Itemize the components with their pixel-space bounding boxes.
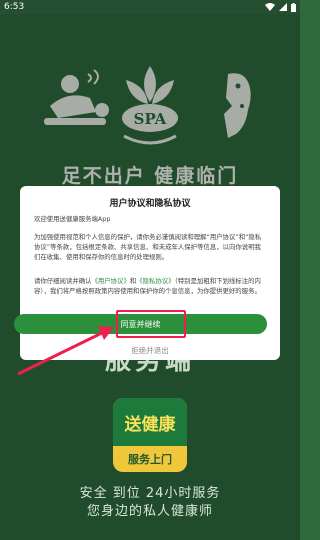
tagline-secondary: 您身边的私人健康师 bbox=[86, 504, 213, 519]
status-bar: 6:53 bbox=[0, 0, 300, 14]
welcome-text: 欢迎使用送健康服务端App bbox=[34, 215, 111, 223]
terms-paragraph: 为加强使用视范和个人信息的保护，请你务必谨慎阅读和理解“用户协议”和“隐私协议”… bbox=[34, 233, 262, 261]
wifi-icon bbox=[265, 3, 275, 11]
reject-exit-button[interactable]: 拒绝并退出 bbox=[0, 345, 300, 356]
dialog-title: 用户协议和隐私协议 bbox=[109, 199, 191, 209]
highlight-box bbox=[116, 310, 186, 338]
signal-icon bbox=[279, 3, 287, 11]
tagline-primary: 安全 到位 24小时服务 bbox=[79, 486, 221, 501]
app-logo-subtitle: 服务上门 bbox=[128, 453, 172, 466]
consent-paragraph: 请你仔细阅读并确认《用户协议》和《隐私协议》（特别是加粗和下划线标注的内容），我… bbox=[34, 276, 266, 296]
status-time: 6:53 bbox=[4, 2, 25, 12]
app-logo-name: 送健康 bbox=[113, 398, 187, 446]
status-icons bbox=[265, 2, 296, 12]
privacy-policy-link[interactable]: 《隐私协议》 bbox=[136, 277, 174, 285]
user-agreement-link[interactable]: 《用户协议》 bbox=[92, 277, 130, 285]
consent-prefix: 请你仔细阅读并确认 bbox=[34, 277, 92, 285]
battery-icon bbox=[291, 2, 296, 12]
app-logo-tile: 送健康 服务上门 bbox=[113, 398, 187, 472]
